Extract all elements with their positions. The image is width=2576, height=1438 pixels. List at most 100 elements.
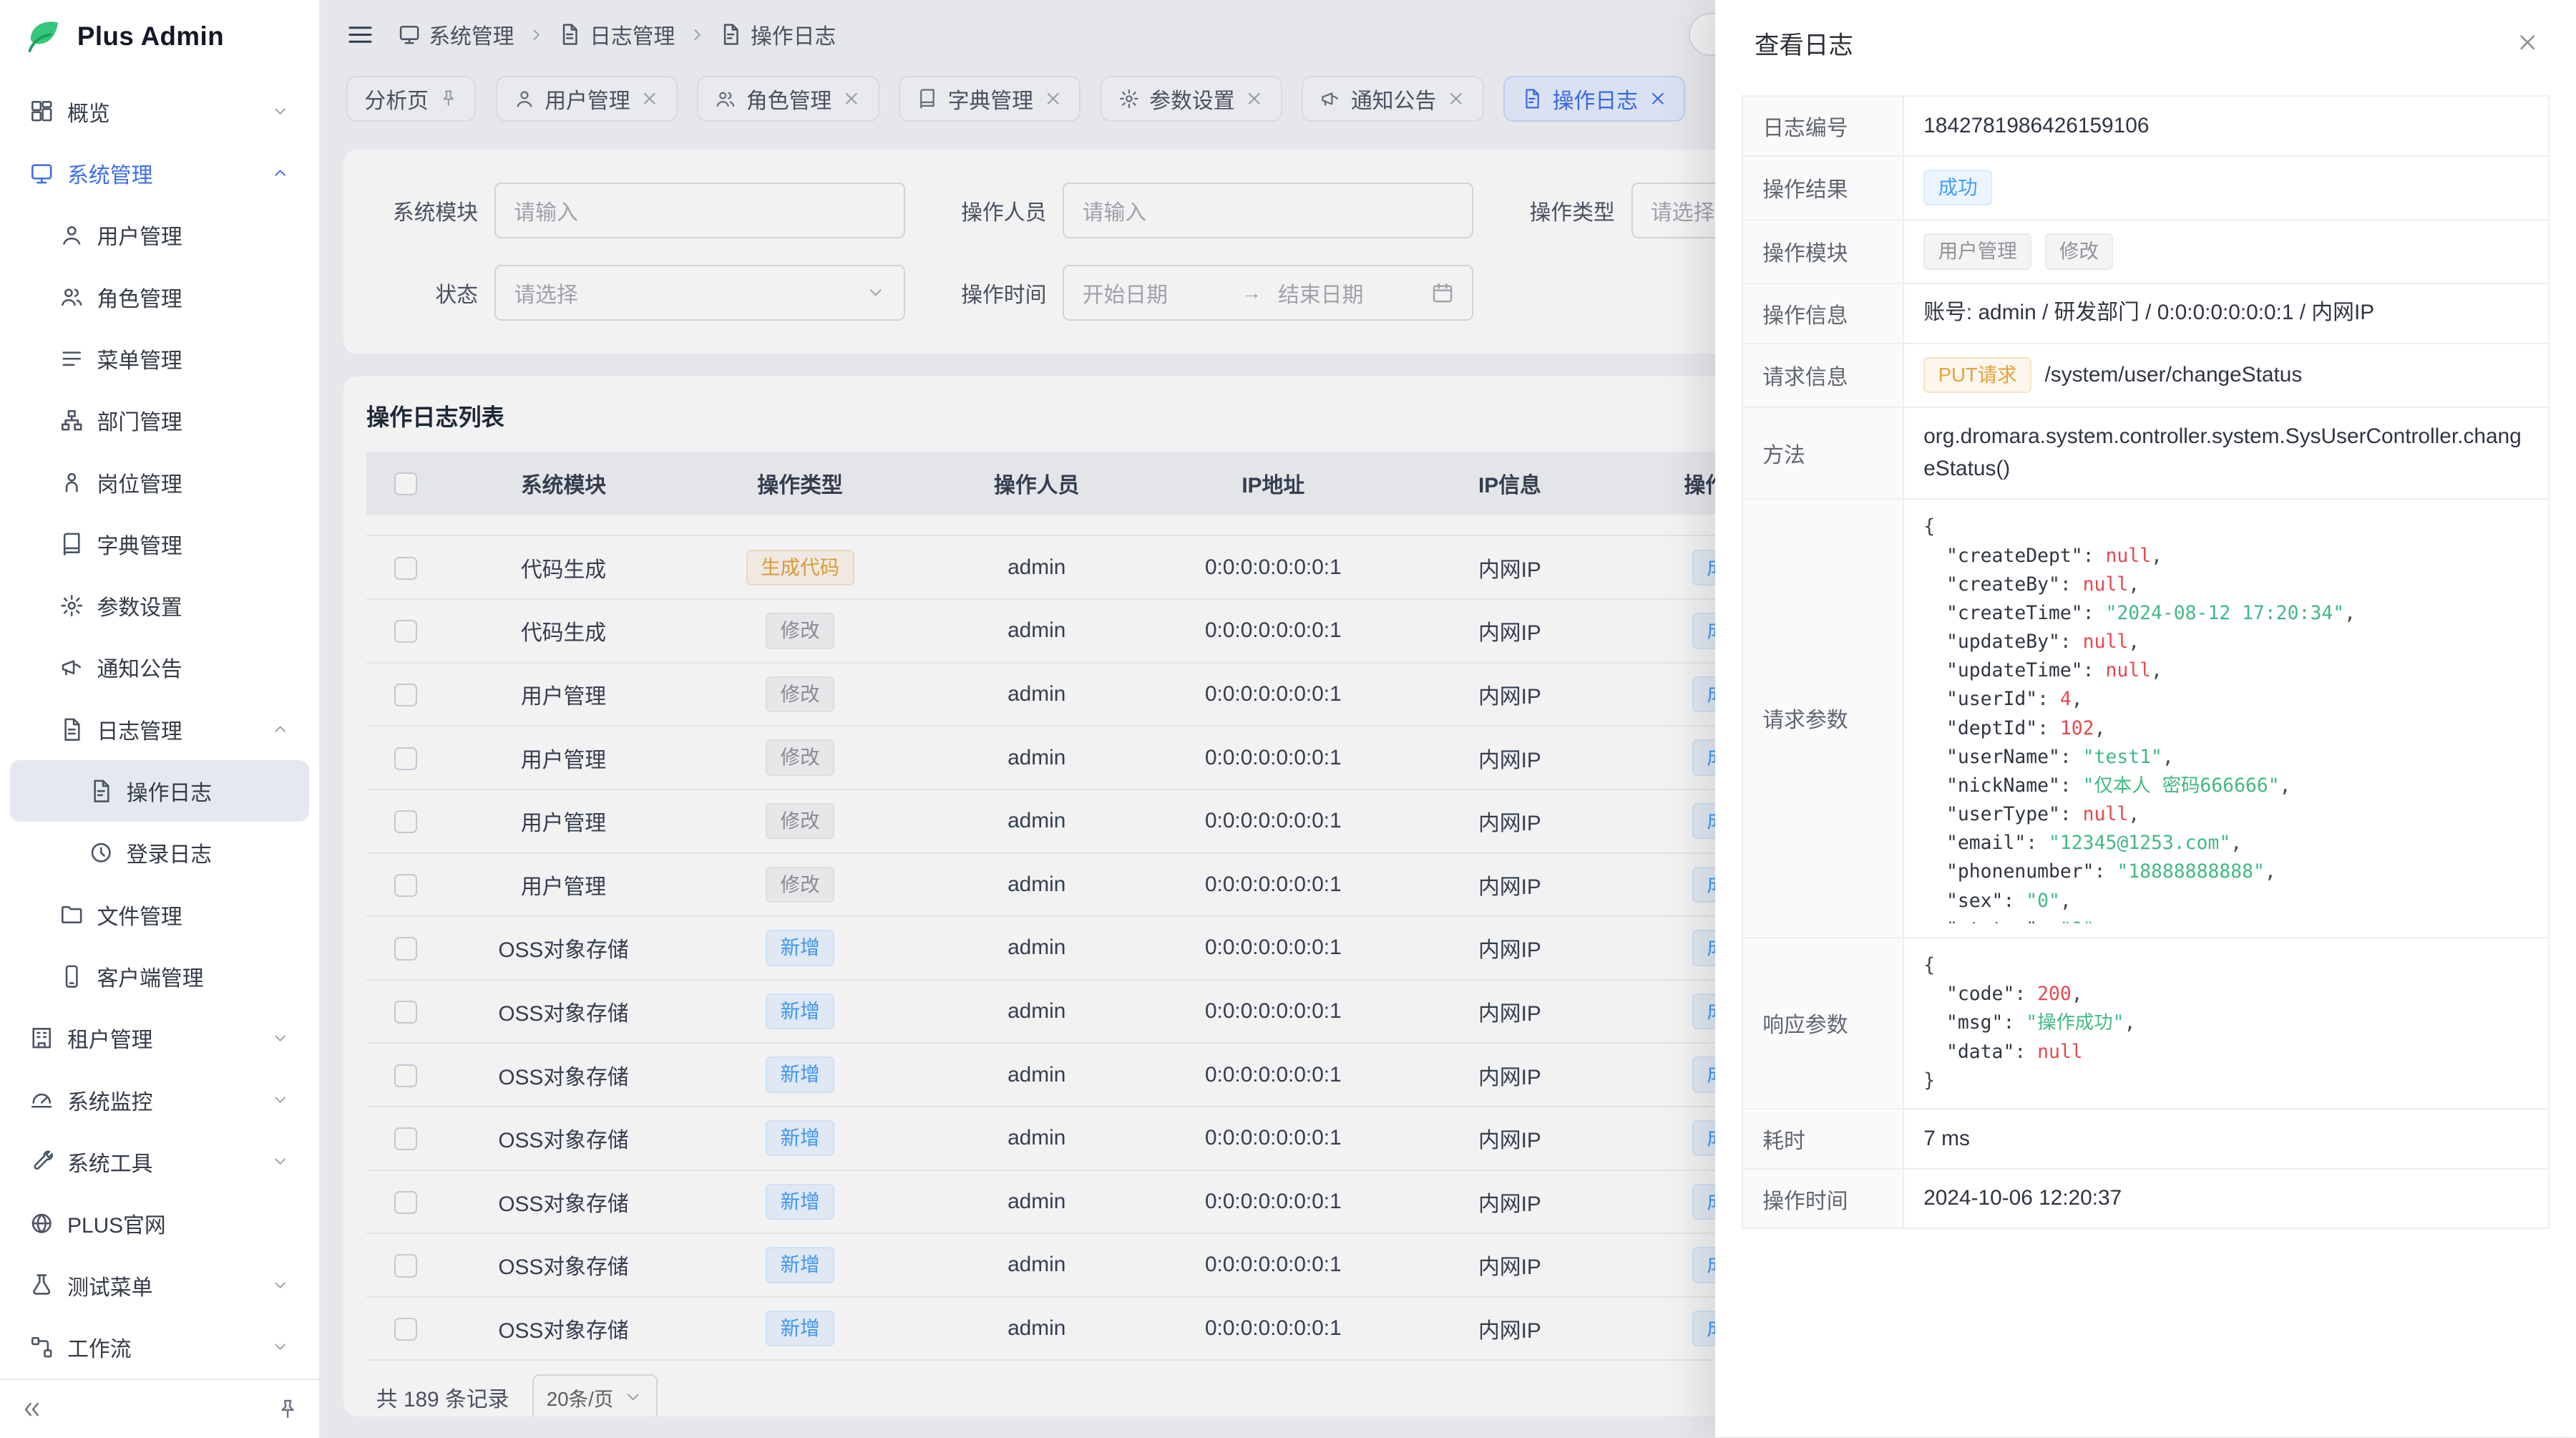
tab-通知公告[interactable]: 通知公告	[1302, 76, 1483, 122]
close-icon[interactable]	[1648, 89, 1668, 109]
cell-operator: admin	[918, 726, 1155, 790]
tab-label: 字典管理	[948, 83, 1033, 115]
sidebar-item-操作日志[interactable]: 操作日志	[10, 760, 309, 822]
row-checkbox[interactable]	[394, 557, 417, 580]
breadcrumb-item[interactable]: 操作日志	[719, 19, 836, 50]
tab-label: 通知公告	[1351, 83, 1436, 115]
row-checkbox[interactable]	[394, 1191, 417, 1214]
sidebar-item-PLUS官网[interactable]: PLUS官网	[10, 1192, 309, 1254]
log-icon	[59, 717, 84, 742]
sidebar-item-工作流[interactable]: 工作流	[10, 1316, 309, 1378]
cell-ip: 0:0:0:0:0:0:0:1	[1155, 790, 1392, 853]
row-checkbox[interactable]	[394, 1254, 417, 1277]
row-checkbox[interactable]	[394, 747, 417, 770]
calendar-icon	[1431, 281, 1454, 304]
pin-icon[interactable]	[439, 89, 459, 109]
op-type-tag: 生成代码	[746, 550, 854, 586]
column-header: 操作类型	[682, 452, 919, 514]
cell-operator: admin	[918, 1170, 1155, 1234]
row-checkbox[interactable]	[394, 874, 417, 897]
tab-分析页[interactable]: 分析页	[346, 76, 476, 122]
row-checkbox[interactable]	[394, 1001, 417, 1024]
cell-system-module: 用户管理	[445, 790, 682, 853]
tab-字典管理[interactable]: 字典管理	[899, 76, 1080, 122]
close-icon[interactable]	[640, 89, 660, 109]
cell-ip: 0:0:0:0:0:0:0:1	[1155, 726, 1392, 790]
detail-row: 操作时间2024-10-06 12:20:37	[1742, 1169, 2550, 1228]
sidebar-item-岗位管理[interactable]: 岗位管理	[10, 451, 309, 512]
row-checkbox[interactable]	[394, 684, 417, 706]
detail-row: 操作结果成功	[1742, 156, 2550, 220]
view-log-drawer: 查看日志 日志编号1842781986426159106操作结果成功操作模块用户…	[1715, 0, 2576, 1437]
sidebar-item-菜单管理[interactable]: 菜单管理	[10, 328, 309, 389]
date-range-picker[interactable]: 开始日期 → 结束日期	[1063, 265, 1473, 321]
row-checkbox[interactable]	[394, 620, 417, 643]
sidebar-item-参数设置[interactable]: 参数设置	[10, 575, 309, 636]
tenant-icon	[29, 1026, 54, 1050]
test-icon	[29, 1273, 54, 1297]
close-icon[interactable]	[1244, 89, 1264, 109]
cell-system-module: OSS对象存储	[445, 1107, 682, 1170]
sidebar-item-字典管理[interactable]: 字典管理	[10, 513, 309, 575]
json-code-block[interactable]: { "createDept": null, "createBy": null, …	[1923, 512, 2529, 923]
collapse-sidebar-icon[interactable]	[20, 1398, 43, 1421]
cell-system-module: OSS对象存储	[445, 980, 682, 1044]
sidebar-item-label: 租户管理	[67, 1022, 258, 1054]
breadcrumb-item[interactable]: 系统管理	[398, 19, 514, 50]
sidebar-item-通知公告[interactable]: 通知公告	[10, 636, 309, 698]
tab-参数设置[interactable]: 参数设置	[1101, 76, 1282, 122]
sidebar-item-角色管理[interactable]: 角色管理	[10, 266, 309, 327]
row-checkbox[interactable]	[394, 937, 417, 960]
close-icon[interactable]	[1446, 89, 1466, 109]
breadcrumb-label: 日志管理	[590, 19, 675, 50]
sidebar-item-label: 参数设置	[97, 590, 289, 621]
select-all-checkbox[interactable]	[394, 472, 417, 495]
status-select[interactable]: 请选择	[494, 265, 905, 321]
detail-label: 请求信息	[1742, 344, 1903, 407]
tab-角色管理[interactable]: 角色管理	[697, 76, 879, 122]
breadcrumb-item[interactable]: 日志管理	[558, 19, 675, 50]
close-icon[interactable]	[2515, 30, 2540, 54]
close-icon[interactable]	[841, 89, 862, 109]
sidebar-item-客户端管理[interactable]: 客户端管理	[10, 946, 309, 1007]
sidebar-item-文件管理[interactable]: 文件管理	[10, 884, 309, 946]
operator-input[interactable]: 请输入	[1063, 183, 1473, 238]
sidebar-item-label: PLUS官网	[67, 1208, 289, 1239]
sidebar-item-租户管理[interactable]: 租户管理	[10, 1007, 309, 1069]
sidebar-item-用户管理[interactable]: 用户管理	[10, 204, 309, 266]
sidebar-item-label: 部门管理	[97, 404, 289, 436]
sidebar-item-系统管理[interactable]: 系统管理	[10, 142, 309, 204]
system-module-input[interactable]: 请输入	[494, 183, 905, 238]
row-checkbox[interactable]	[394, 1127, 417, 1150]
user-icon	[514, 88, 535, 110]
cell-system-module: 代码生成	[445, 535, 682, 599]
sidebar-item-测试菜单[interactable]: 测试菜单	[10, 1254, 309, 1316]
operlog-icon	[1521, 88, 1543, 110]
pin-sidebar-icon[interactable]	[276, 1398, 299, 1421]
tab-操作日志[interactable]: 操作日志	[1503, 76, 1685, 122]
sidebar-item-label: 系统监控	[67, 1084, 258, 1116]
page-size-select[interactable]: 20条/页	[532, 1374, 658, 1417]
sidebar-item-部门管理[interactable]: 部门管理	[10, 389, 309, 451]
detail-value: 账号: admin / 研发部门 / 0:0:0:0:0:0:0:1 / 内网I…	[1903, 283, 2550, 343]
dict-icon	[917, 88, 938, 110]
sidebar-item-日志管理[interactable]: 日志管理	[10, 699, 309, 760]
close-icon[interactable]	[1043, 89, 1063, 109]
tab-用户管理[interactable]: 用户管理	[496, 76, 678, 122]
detail-row: 耗时7 ms	[1742, 1109, 2550, 1168]
row-checkbox[interactable]	[394, 1064, 417, 1087]
sidebar-item-概览[interactable]: 概览	[10, 80, 309, 142]
row-checkbox[interactable]	[394, 810, 417, 833]
op-type-tag: 修改	[766, 739, 834, 776]
sidebar-item-系统工具[interactable]: 系统工具	[10, 1131, 309, 1192]
cell-ip: 0:0:0:0:0:0:0:1	[1155, 1107, 1392, 1170]
hamburger-menu-icon[interactable]	[346, 21, 374, 49]
detail-value: 1842781986426159106	[1903, 96, 2550, 155]
cell-operator: admin	[918, 1297, 1155, 1361]
sidebar-item-登录日志[interactable]: 登录日志	[10, 822, 309, 883]
filter-time-range: 操作时间 开始日期 → 结束日期	[938, 265, 1473, 321]
row-checkbox[interactable]	[394, 1318, 417, 1341]
sidebar-item-系统监控[interactable]: 系统监控	[10, 1069, 309, 1130]
detail-row: 日志编号1842781986426159106	[1742, 96, 2550, 155]
cell-operator: admin	[918, 1107, 1155, 1170]
